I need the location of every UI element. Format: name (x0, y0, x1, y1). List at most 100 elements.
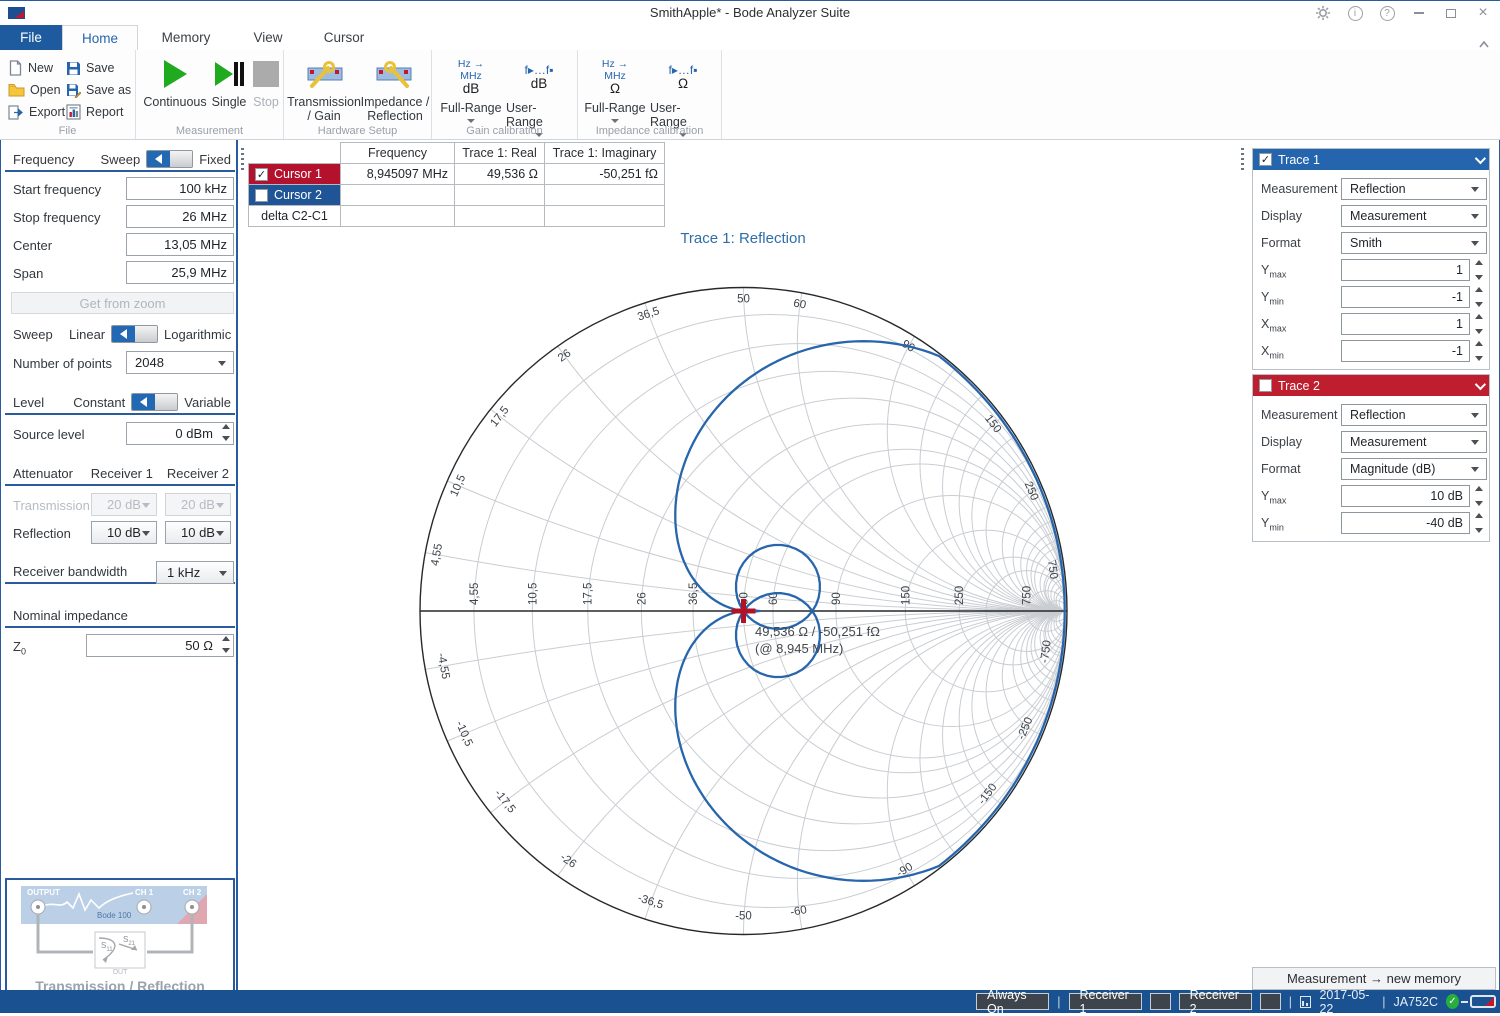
device-serial: JA752C (1394, 995, 1438, 1009)
source-level-spinner[interactable] (219, 424, 232, 441)
linear-log-toggle[interactable] (111, 325, 158, 343)
tab-file[interactable]: File (0, 25, 62, 50)
trace-settings-panel: ✓ Trace 1 Measurement Reflection Display… (1248, 140, 1500, 990)
spin-up-icon[interactable] (222, 636, 230, 641)
tab-home[interactable]: Home (62, 25, 138, 50)
trace1-xmin-input[interactable]: -1 (1341, 340, 1470, 362)
number-of-points-select[interactable]: 2048 (126, 351, 234, 374)
svg-text:26: 26 (636, 592, 648, 605)
report-button[interactable]: Report (66, 102, 124, 122)
dropdown-arrow-icon[interactable] (611, 119, 619, 123)
trace1-header[interactable]: ✓ Trace 1 (1253, 149, 1489, 170)
impedance-reflection-button[interactable]: Impedance / Reflection (360, 56, 430, 123)
trace2-measurement-select[interactable]: Reflection (1341, 404, 1487, 426)
hz-mhz-ohm-icon: Hz → MHz Ω (602, 56, 628, 100)
trace1-checkbox[interactable]: ✓ (1259, 153, 1272, 166)
right-splitter[interactable] (1238, 140, 1248, 990)
cursor-annotation-value: 49,536 Ω / -50,251 fΩ (755, 623, 880, 640)
source-level-input[interactable]: 0 dBm (126, 422, 234, 445)
splitter-handle-icon[interactable] (241, 148, 244, 172)
trace2-box: Trace 2 Measurement Reflection Display M… (1252, 374, 1490, 542)
tab-memory[interactable]: Memory (138, 25, 234, 50)
spin-down-icon[interactable] (222, 648, 230, 653)
gain-full-range-button[interactable]: Hz → MHz dB Full-Range (438, 56, 504, 123)
splitter-handle-icon[interactable] (1241, 148, 1244, 172)
reflection-att2-select[interactable]: 10 dB (165, 521, 231, 544)
open-icon (8, 83, 25, 97)
calendar-icon (1300, 996, 1311, 1008)
receiver-bandwidth-select[interactable]: 1 kHz (156, 561, 234, 584)
reflection-att1-select[interactable]: 10 dB (91, 521, 157, 544)
impedance-full-range-button[interactable]: Hz → MHz Ω Full-Range (582, 56, 648, 123)
receiver2-button[interactable]: Receiver 2 (1179, 993, 1252, 1010)
span-frequency-input[interactable]: 25,9 MHz (126, 261, 234, 284)
transmission-gain-button[interactable]: Transmission / Gain (288, 56, 360, 123)
trace1-xmax-spinner[interactable] (1472, 314, 1486, 334)
trace2-header[interactable]: Trace 2 (1253, 375, 1489, 396)
trace1-ymin-input[interactable]: -1 (1341, 286, 1470, 308)
ribbon-tab-bar: File Home Memory View Cursor (0, 25, 1500, 50)
help-icon[interactable]: ? (1378, 4, 1396, 22)
trace2-display-select[interactable]: Measurement (1341, 431, 1487, 453)
get-from-zoom-button[interactable]: Get from zoom (11, 292, 234, 314)
smith-chart[interactable]: 4,5510,517,52636,55060901502507504,55-4,… (248, 140, 1238, 990)
stop-button[interactable]: Stop (250, 56, 282, 109)
spin-down-icon[interactable] (222, 436, 230, 441)
always-on-button[interactable]: Always On (976, 993, 1049, 1010)
trace2-ymin-input[interactable]: -40 dB (1341, 512, 1470, 534)
dropdown-arrow-icon[interactable] (467, 119, 475, 123)
trace2-ymax-input[interactable]: 10 dB (1341, 485, 1470, 507)
cursor1-checkbox[interactable]: ✓ (255, 168, 268, 181)
trace1-ymax-spinner[interactable] (1472, 260, 1486, 280)
trace2-ymin-spinner[interactable] (1472, 513, 1486, 533)
gear-icon[interactable] (1314, 4, 1332, 22)
transmission-att2-select: 20 dB (165, 493, 231, 516)
svg-text:90: 90 (831, 592, 843, 605)
trace1-ymin-spinner[interactable] (1472, 287, 1486, 307)
measurement-group-label: Measurement (136, 125, 283, 137)
chevron-down-icon[interactable] (1475, 152, 1486, 163)
maximize-button[interactable] (1442, 4, 1460, 22)
save-as-button[interactable]: Save as (66, 80, 131, 100)
trace1-display-select[interactable]: Measurement (1341, 205, 1487, 227)
z0-spinner[interactable] (219, 636, 232, 653)
svg-text:-60: -60 (789, 904, 808, 919)
left-splitter[interactable] (238, 140, 248, 990)
stop-frequency-input[interactable]: 26 MHz (126, 205, 234, 228)
spin-up-icon[interactable] (222, 424, 230, 429)
trace1-measurement-select[interactable]: Reflection (1341, 178, 1487, 200)
close-button[interactable]: × (1474, 4, 1492, 22)
trace1-xmin-spinner[interactable] (1472, 341, 1486, 361)
dropdown-arrow-icon (1471, 413, 1479, 418)
title-bar: SmithApple* - Bode Analyzer Suite i ? × (0, 0, 1500, 25)
minimize-button[interactable] (1410, 4, 1428, 22)
single-button[interactable]: Single (208, 56, 250, 109)
z0-input[interactable]: 50 Ω (86, 634, 234, 657)
chevron-down-icon[interactable] (1475, 378, 1486, 389)
tab-view[interactable]: View (234, 25, 302, 50)
trace2-display-row: Display Measurement (1253, 429, 1489, 456)
trace2-format-select[interactable]: Magnitude (dB) (1341, 458, 1487, 480)
trace1-format-select[interactable]: Smith (1341, 232, 1487, 254)
center-frequency-input[interactable]: 13,05 MHz (126, 233, 234, 256)
sweep-fixed-toggle[interactable] (146, 150, 193, 168)
start-frequency-input[interactable]: 100 kHz (126, 177, 234, 200)
trace1-xmax-input[interactable]: 1 (1341, 313, 1470, 335)
trace1-ymax-input[interactable]: 1 (1341, 259, 1470, 281)
trace2-checkbox[interactable] (1259, 379, 1272, 392)
info-icon[interactable]: i (1346, 4, 1364, 22)
new-button[interactable]: New (8, 58, 53, 78)
constant-variable-toggle[interactable] (131, 393, 178, 411)
ribbon-collapse-icon[interactable] (1478, 36, 1490, 51)
cursor2-checkbox[interactable] (255, 189, 268, 202)
export-button[interactable]: Export (8, 102, 65, 122)
trace1-format-row: Format Smith (1253, 230, 1489, 257)
trace2-ymax-spinner[interactable] (1472, 486, 1486, 506)
receiver1-button[interactable]: Receiver 1 (1069, 993, 1142, 1010)
open-button[interactable]: Open (8, 80, 61, 100)
save-button[interactable]: Save (66, 58, 115, 78)
tab-cursor[interactable]: Cursor (302, 25, 386, 50)
continuous-button[interactable]: Continuous (142, 56, 208, 109)
impedance-cal-group-label: Impedance calibration (578, 125, 721, 137)
gain-full-range-label: Full-Range (440, 101, 501, 115)
